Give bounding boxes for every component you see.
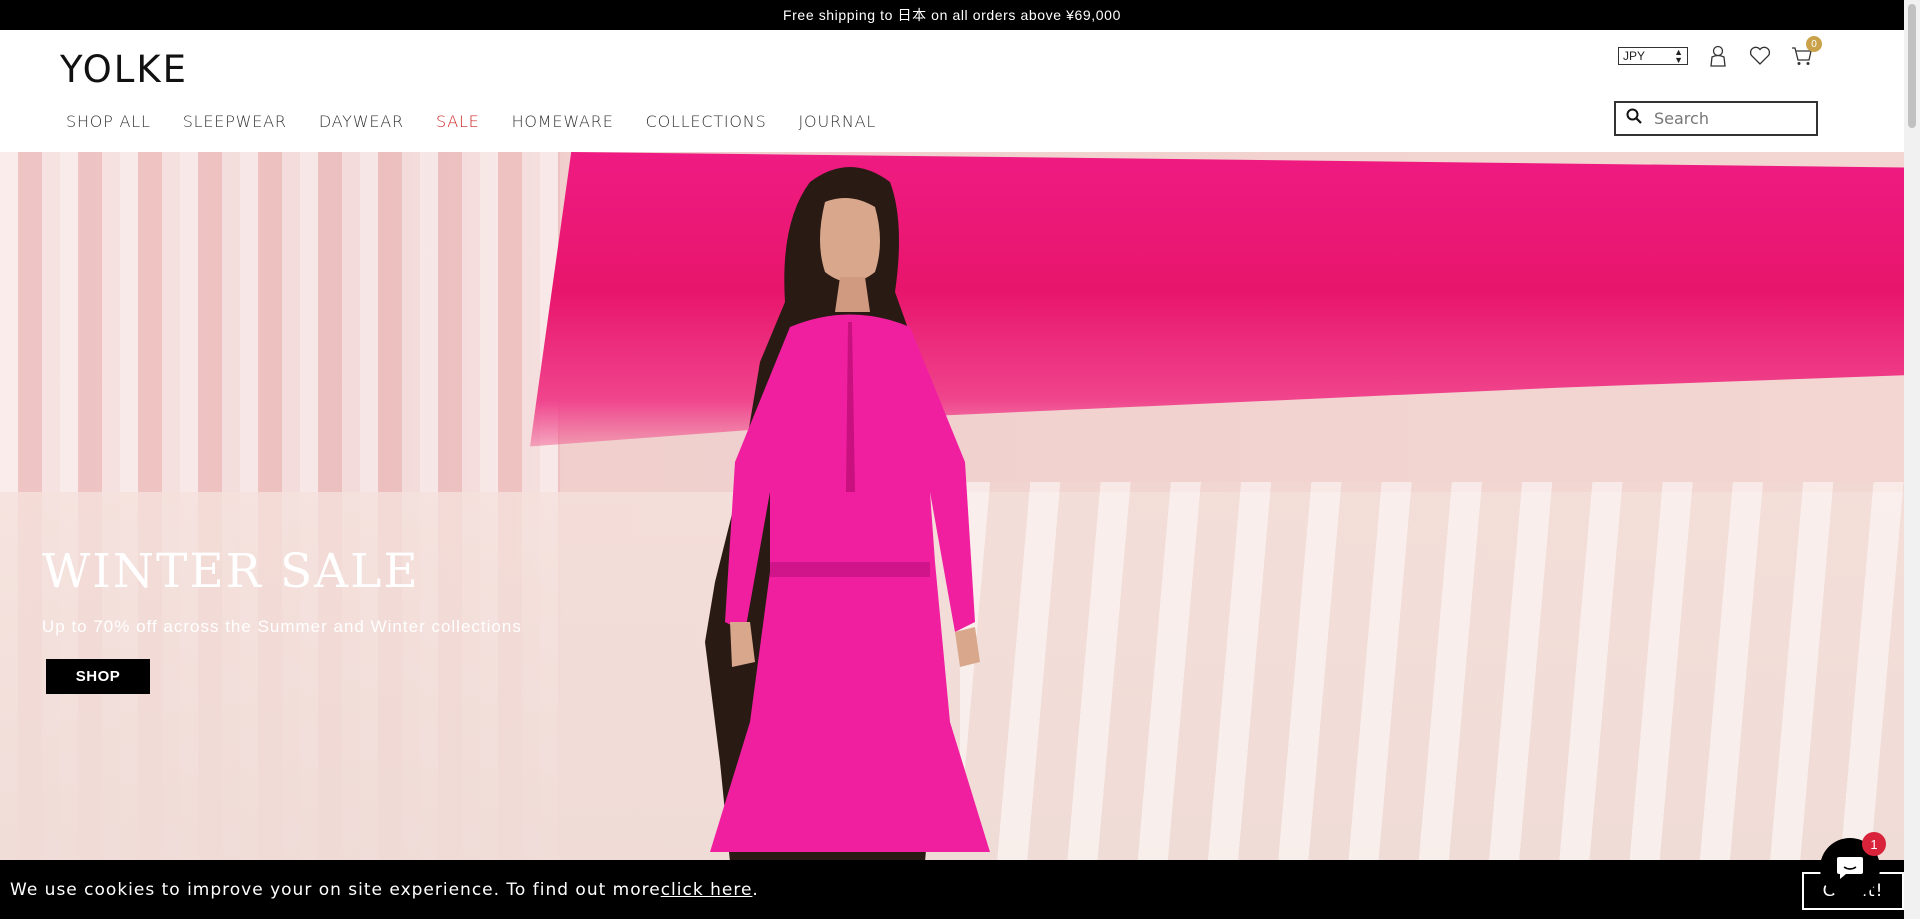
nav-item-homeware[interactable]: HOMEWARE	[512, 112, 614, 131]
brand-logo[interactable]: YOLKE	[60, 48, 188, 91]
nav-item-sleepwear[interactable]: SLEEPWEAR	[183, 112, 287, 131]
hero-sheer-fabric	[960, 482, 1904, 860]
site-header: YOLKE SHOP ALL SLEEPWEAR DAYWEAR SALE HO…	[0, 30, 1904, 152]
currency-value: JPY	[1623, 49, 1646, 63]
nav-item-journal[interactable]: JOURNAL	[799, 112, 877, 131]
hero-banner: WINTER SALE Up to 70% off across the Sum…	[0, 152, 1904, 860]
cookie-link[interactable]: click here	[661, 880, 753, 900]
hero-title: WINTER SALE	[42, 544, 420, 599]
cookie-banner: We use cookies to improve your on site e…	[0, 860, 1904, 919]
hero-model-image	[705, 167, 990, 860]
nav-item-daywear[interactable]: DAYWEAR	[319, 112, 404, 131]
cookie-text: We use cookies to improve your on site e…	[10, 879, 661, 900]
scrollbar-thumb[interactable]	[1908, 4, 1916, 128]
cart-count-badge: 0	[1806, 36, 1822, 52]
chat-bubble-icon	[1837, 857, 1863, 879]
account-icon[interactable]	[1706, 44, 1730, 68]
nav-item-collections[interactable]: COLLECTIONS	[646, 112, 767, 131]
chat-notification-badge: 1	[1862, 832, 1886, 856]
shop-button[interactable]: SHOP	[46, 659, 150, 694]
announcement-bar: Free shipping to 日本 on all orders above …	[0, 0, 1904, 30]
hero-subtitle: Up to 70% off across the Summer and Wint…	[42, 617, 522, 636]
wishlist-heart-icon[interactable]	[1748, 44, 1772, 68]
search-box[interactable]	[1614, 101, 1818, 136]
hero-content: WINTER SALE Up to 70% off across the Sum…	[42, 544, 522, 694]
currency-select[interactable]: JPY ▲ ▼	[1618, 47, 1688, 65]
cookie-end: .	[752, 879, 759, 900]
search-icon	[1626, 108, 1642, 129]
header-utilities: JPY ▲ ▼ 0	[1618, 36, 1822, 68]
announcement-text: Free shipping to 日本 on all orders above …	[783, 7, 1121, 23]
page-scrollbar[interactable]	[1904, 0, 1920, 919]
cart-icon[interactable]: 0	[1790, 36, 1822, 68]
select-arrows-icon: ▲ ▼	[1674, 47, 1683, 65]
search-input[interactable]	[1654, 109, 1804, 128]
nav-item-sale[interactable]: SALE	[436, 112, 480, 131]
main-nav: SHOP ALL SLEEPWEAR DAYWEAR SALE HOMEWARE…	[66, 112, 908, 131]
nav-item-shop-all[interactable]: SHOP ALL	[66, 112, 151, 131]
